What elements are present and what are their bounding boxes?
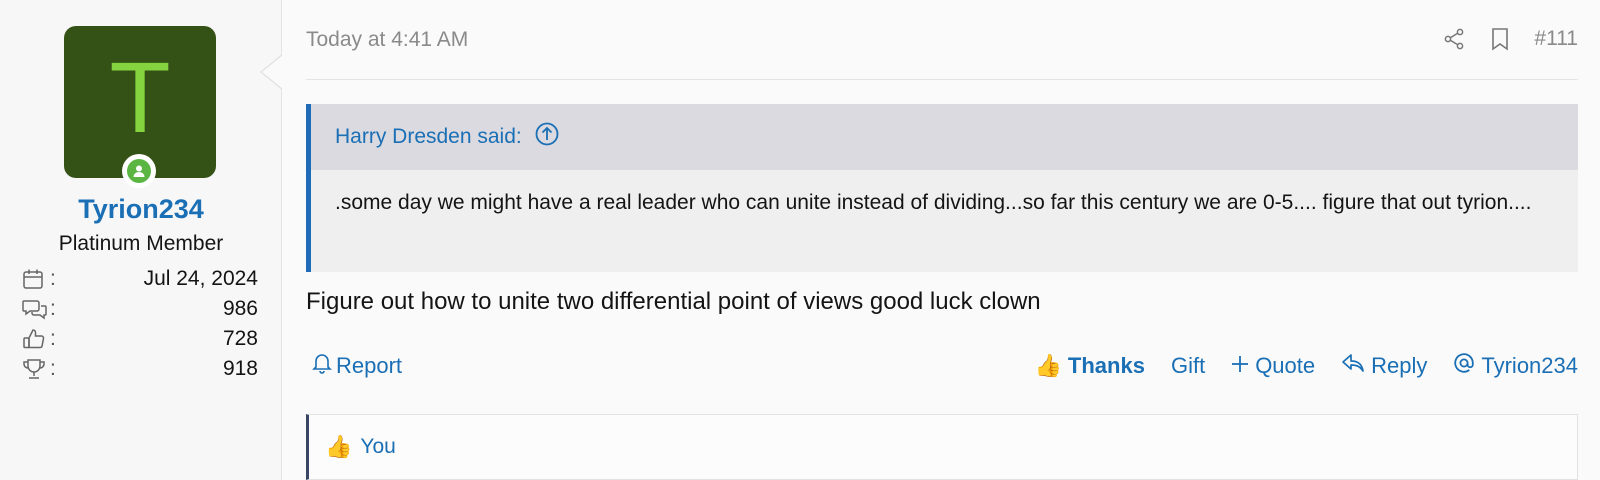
reaction-score-icon	[22, 326, 50, 352]
online-status-icon	[122, 154, 156, 188]
forum-post: T Tyrion234 Platinum Member : Jul 24, 20…	[0, 0, 1600, 480]
reply-label: Reply	[1371, 353, 1428, 378]
post-arrow	[260, 54, 283, 90]
post-content: Today at 4:41 AM #111 Harry Dresden said…	[306, 0, 1578, 480]
avatar-letter: T	[109, 42, 171, 154]
quote-text: .some day we might have a real leader wh…	[335, 191, 1532, 214]
mention-button[interactable]: Tyrion234	[1453, 352, 1578, 380]
trophy-icon	[22, 356, 50, 382]
gift-label: Gift	[1170, 353, 1206, 378]
reply-icon	[1341, 353, 1365, 379]
post-message: Figure out how to unite two differential…	[306, 288, 1041, 315]
post-header: Today at 4:41 AM #111	[306, 0, 1578, 80]
stat-value: 986	[222, 297, 258, 320]
reply-button[interactable]: Reply	[1341, 353, 1427, 379]
stat-value: 918	[222, 357, 258, 380]
post-action-links: 👍 Thanks Gift Quote Reply Tyrion234	[1035, 352, 1578, 380]
stat-value: 728	[222, 327, 258, 350]
stat-value: Jul 24, 2024	[143, 267, 258, 290]
thanks-label: Thanks	[1067, 353, 1145, 378]
user-stats: : Jul 24, 2024 : 986 : 728: 918	[22, 264, 258, 384]
report-label: Report	[336, 353, 403, 378]
plus-icon	[1231, 353, 1249, 379]
report-button[interactable]: Report	[312, 352, 402, 380]
username[interactable]: Tyrion234	[0, 194, 282, 225]
quote-author-link[interactable]: Harry Dresden said:	[335, 125, 522, 149]
user-info-panel: T Tyrion234 Platinum Member : Jul 24, 20…	[0, 0, 282, 480]
share-icon[interactable]	[1442, 26, 1466, 52]
mention-label: Tyrion234	[1481, 353, 1578, 378]
stat-messages: : 986	[22, 294, 258, 324]
post-actions: Report 👍 Thanks Gift Quote Reply Tyrion2…	[306, 352, 1578, 388]
quote-header: Harry Dresden said:	[311, 104, 1578, 170]
calendar-icon	[22, 266, 50, 292]
bell-icon	[312, 352, 332, 380]
thumbs-up-icon: 👍	[1034, 353, 1062, 378]
thanks-button[interactable]: 👍 Thanks	[1035, 353, 1145, 379]
stat-trophies: : 918	[22, 354, 258, 384]
post-timestamp[interactable]: Today at 4:41 AM	[306, 28, 468, 52]
quote-label: Quote	[1255, 353, 1316, 378]
user-title: Platinum Member	[58, 232, 224, 255]
reactions-bar: 👍 You	[306, 414, 1578, 480]
post-number-link[interactable]: #111	[1534, 27, 1578, 51]
stat-joined: : Jul 24, 2024	[22, 264, 258, 294]
reactions-list-link[interactable]: You	[360, 435, 395, 459]
messages-icon	[22, 296, 50, 322]
jump-to-quote-icon[interactable]	[534, 121, 560, 153]
bookmark-icon[interactable]	[1488, 26, 1512, 52]
quote-button[interactable]: Quote	[1231, 353, 1315, 379]
at-icon	[1453, 352, 1475, 380]
gift-button[interactable]: Gift	[1171, 353, 1205, 379]
thumbs-up-icon: 👍	[325, 434, 353, 459]
stat-reactions: : 728	[22, 324, 258, 354]
quote-block: Harry Dresden said: .some day we might h…	[306, 104, 1578, 272]
post-header-actions: #111	[1442, 26, 1578, 52]
